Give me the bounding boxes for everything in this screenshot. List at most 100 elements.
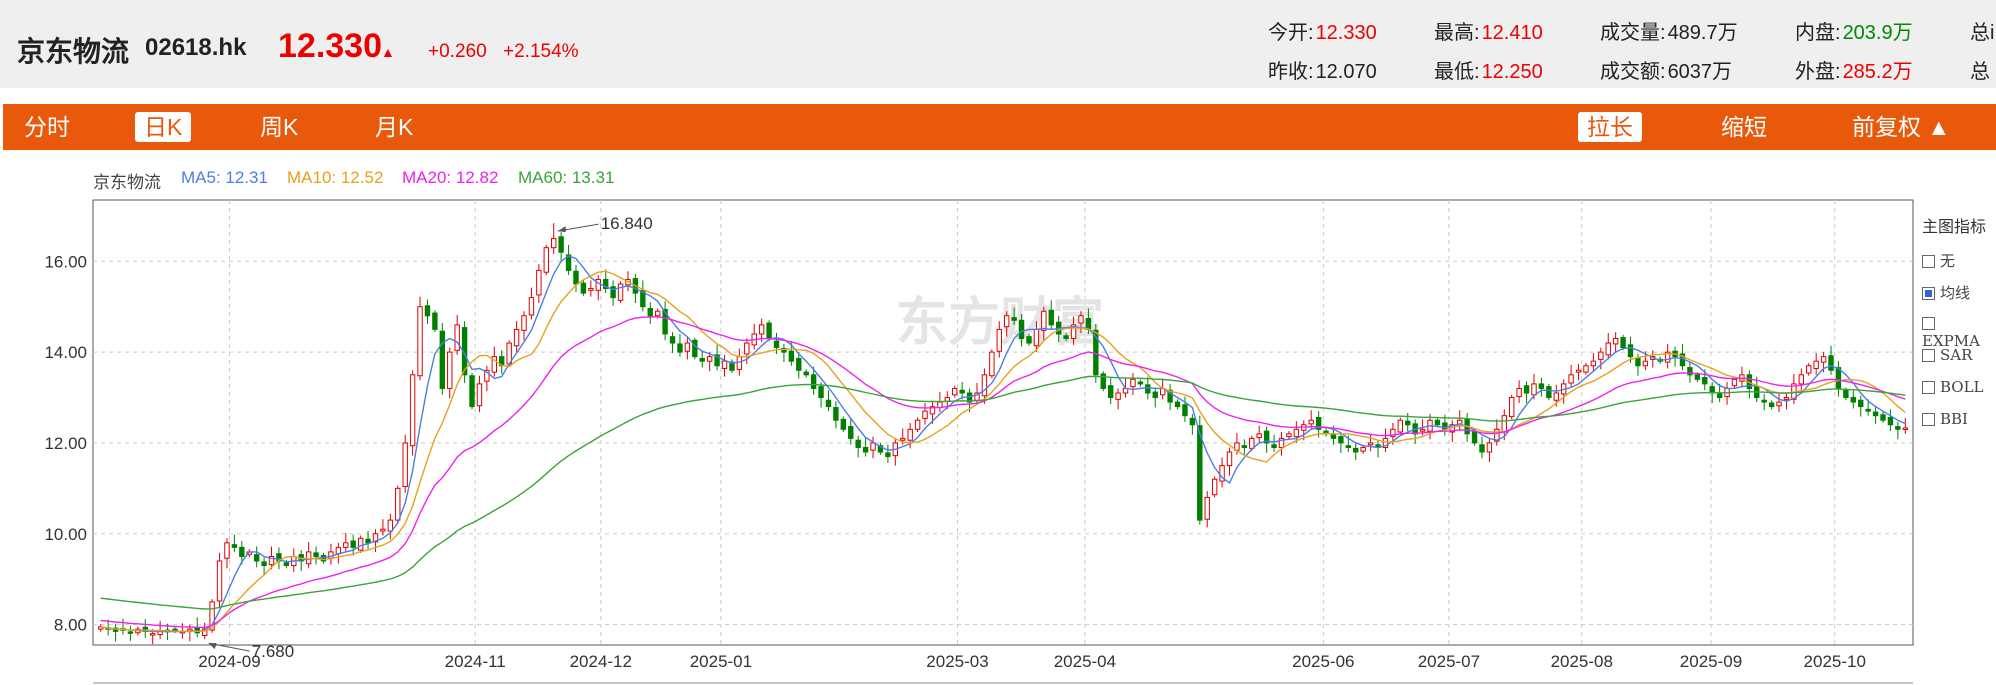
- candle-body: [1271, 444, 1277, 448]
- y-tick-label: 16.00: [44, 252, 87, 271]
- candle-body: [1627, 344, 1634, 358]
- candle-body: [439, 330, 446, 389]
- candle-body: [699, 357, 705, 362]
- candle-body: [1226, 451, 1233, 467]
- candle-body: [513, 328, 520, 347]
- candle-body: [848, 426, 854, 439]
- candle-body: [454, 324, 460, 351]
- candle-body: [788, 350, 795, 362]
- candle-body: [677, 343, 683, 353]
- candlestick-chart[interactable]: 8.0010.0012.0014.0016.002024-09 2024-11 20…: [0, 0, 1996, 685]
- candle-body: [1419, 428, 1426, 432]
- candle-body: [1902, 427, 1908, 430]
- candle-body: [387, 519, 394, 532]
- candle-body: [796, 357, 802, 371]
- candle-body: [1575, 369, 1582, 373]
- candle-body: [261, 561, 267, 567]
- candle-body: [1895, 426, 1901, 430]
- candle-body: [862, 446, 869, 453]
- candle-body: [721, 360, 728, 369]
- candle-body: [996, 328, 1002, 352]
- candle-body: [654, 310, 661, 317]
- candle-body: [1531, 383, 1537, 396]
- candle-body: [1813, 360, 1819, 369]
- checkbox-checked-icon[interactable]: [1922, 287, 1935, 300]
- candle-body: [833, 407, 839, 421]
- candle-body: [1286, 433, 1292, 438]
- x-tick-label: 2025-06: [1292, 652, 1354, 671]
- candle-body: [1716, 393, 1723, 399]
- candle-body: [840, 418, 847, 430]
- candle-body: [1182, 404, 1188, 417]
- candle-body: [758, 324, 765, 335]
- candle-body: [1442, 422, 1448, 430]
- candle-body: [1516, 387, 1522, 398]
- indicator-expma[interactable]: EXPMA: [1922, 314, 1996, 350]
- low-annotation-arrowhead: [208, 643, 217, 650]
- candle-body: [1107, 385, 1114, 399]
- candle-body: [1872, 411, 1879, 417]
- candle-body: [1568, 374, 1574, 384]
- candle-body: [684, 342, 691, 352]
- candle-body: [1041, 310, 1047, 331]
- candle-body: [558, 236, 564, 253]
- candle-body: [216, 560, 223, 602]
- indicator-boll[interactable]: BOLL: [1922, 378, 1984, 396]
- checkbox-icon[interactable]: [1922, 381, 1935, 394]
- candle-body: [1887, 417, 1894, 426]
- candle-body: [959, 389, 965, 394]
- candle-body: [1776, 401, 1782, 407]
- indicator-ma[interactable]: 均线: [1922, 282, 1970, 303]
- candle-body: [536, 269, 542, 296]
- candle-body: [692, 339, 698, 358]
- candle-body: [551, 238, 557, 249]
- candle-body: [1553, 392, 1559, 401]
- candle-body: [283, 562, 290, 567]
- candle-body: [855, 439, 861, 448]
- candle-body: [952, 387, 958, 396]
- candle-body: [1018, 319, 1025, 339]
- candle-body: [1174, 401, 1181, 408]
- candle-body: [127, 631, 134, 634]
- candle-body: [409, 374, 416, 447]
- high-annotation-label: 16.840: [601, 214, 653, 233]
- candle-body: [1434, 419, 1441, 426]
- candle-body: [1308, 419, 1314, 425]
- candle-body: [1843, 389, 1849, 399]
- candle-body: [1130, 378, 1136, 388]
- indicator-none[interactable]: 无: [1922, 250, 1955, 271]
- x-tick-label: 2024-11: [445, 652, 506, 671]
- checkbox-icon[interactable]: [1922, 349, 1935, 362]
- candle-body: [343, 542, 349, 548]
- candle-body: [1360, 446, 1366, 452]
- candle-body: [1152, 391, 1158, 399]
- candle-body: [1538, 383, 1545, 389]
- x-tick-label: 2024-12: [570, 652, 632, 671]
- candle-body: [1858, 399, 1864, 408]
- candle-body: [900, 437, 906, 441]
- candle-body: [1338, 436, 1344, 444]
- candle-body: [149, 633, 156, 636]
- indicator-sar[interactable]: SAR: [1922, 346, 1972, 364]
- low-annotation-label: 7.680: [252, 642, 295, 661]
- candle-body: [1820, 356, 1827, 363]
- candle-body: [744, 342, 750, 355]
- candle-body: [1211, 478, 1218, 496]
- checkbox-icon[interactable]: [1922, 413, 1935, 426]
- candle-body: [647, 308, 653, 317]
- candle-body: [1405, 420, 1411, 426]
- candle-body: [706, 356, 713, 362]
- candle-body: [1063, 335, 1069, 339]
- checkbox-icon[interactable]: [1922, 255, 1935, 268]
- x-tick-label: 2025-04: [1054, 652, 1116, 671]
- candle-body: [803, 371, 809, 376]
- candle-body: [1590, 360, 1597, 367]
- candle-body: [1189, 417, 1196, 426]
- candle-body: [617, 283, 624, 301]
- candle-body: [989, 351, 995, 377]
- candle-body: [1583, 365, 1589, 373]
- candle-body: [224, 542, 230, 559]
- indicator-bbi[interactable]: BBI: [1922, 410, 1968, 428]
- checkbox-icon[interactable]: [1922, 317, 1935, 330]
- candle-body: [1249, 437, 1255, 449]
